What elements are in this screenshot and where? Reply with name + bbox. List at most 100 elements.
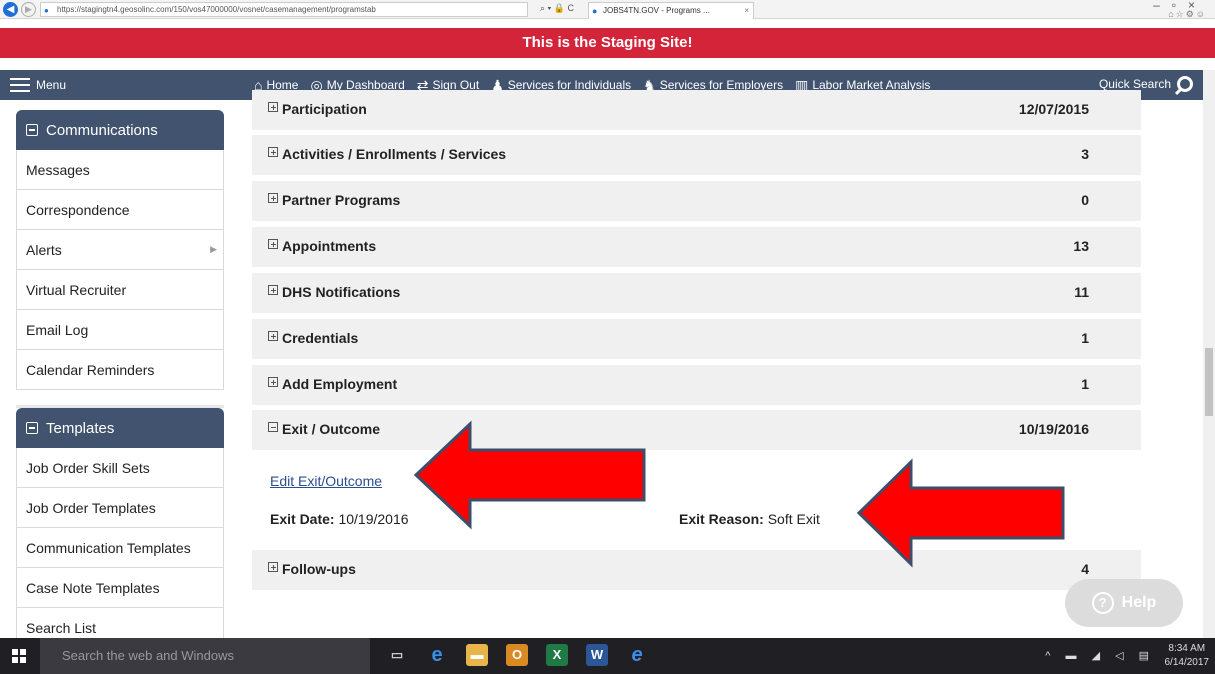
menu-button[interactable]: Menu [10, 76, 66, 94]
red-arrow-left-1 [413, 420, 646, 530]
section-label: Add Employment [282, 376, 398, 392]
sidebar-item-communication-templates[interactable]: Communication Templates [16, 528, 224, 568]
expand-icon[interactable] [268, 147, 278, 157]
windows-start-icon[interactable] [12, 649, 26, 663]
templates-title: Templates [46, 419, 115, 437]
section-exit-outcome[interactable]: Exit / Outcome 10/19/2016 [252, 410, 1141, 450]
clock-time: 8:34 AM [1168, 643, 1206, 654]
expand-icon[interactable] [268, 239, 278, 249]
url-text: https://stagingtn4.geosolinc.com/150/vos… [57, 5, 376, 14]
sidebar: Communications Messages Correspondence A… [16, 110, 224, 648]
expand-icon[interactable] [268, 102, 278, 112]
internet-explorer-icon[interactable]: e [626, 644, 648, 666]
edge-icon[interactable]: e [426, 644, 448, 666]
sidebar-item-alerts-label: Alerts [26, 241, 62, 258]
browser-tab[interactable]: ● JOBS4TN.GOV - Programs ... × [588, 2, 754, 19]
section-add-employment[interactable]: Add Employment 1 [252, 365, 1141, 405]
exit-date-value: 10/19/2016 [338, 511, 409, 527]
section-activities[interactable]: Activities / Enrollments / Services 3 [252, 135, 1141, 175]
page-scrollbar[interactable] [1203, 70, 1215, 638]
address-tools[interactable]: ⌕ ▾ 🔒 C [540, 3, 574, 14]
collapse-icon [26, 422, 38, 434]
exit-reason-value: Soft Exit [767, 511, 820, 527]
taskbar-apps: ▭ e ▬ O X W e [386, 644, 648, 666]
site-icon: ● [44, 6, 49, 15]
expand-icon[interactable] [268, 377, 278, 387]
caret-right-icon: ▶ [210, 244, 217, 254]
sidebar-item-alerts[interactable]: Alerts ▶ [16, 230, 224, 270]
taskbar-search[interactable]: Search the web and Windows [40, 638, 370, 674]
exit-date-label: Exit Date: [270, 511, 335, 527]
section-value: 4 [1081, 561, 1089, 577]
windows-taskbar: Search the web and Windows ▭ e ▬ O X W e… [0, 638, 1215, 674]
browser-bar: ◀ ▶ ● https://stagingtn4.geosolinc.com/1… [0, 0, 1215, 19]
communications-header[interactable]: Communications [16, 110, 224, 150]
sidebar-item-job-order-skill-sets[interactable]: Job Order Skill Sets [16, 448, 224, 488]
section-value: 12/07/2015 [1018, 101, 1089, 117]
expand-icon[interactable] [268, 193, 278, 203]
section-label: Partner Programs [282, 192, 401, 208]
section-label: Follow-ups [282, 561, 356, 577]
quick-search-label: Quick Search [1098, 77, 1171, 91]
section-value: 11 [1074, 284, 1089, 300]
expand-icon[interactable] [268, 285, 278, 295]
sidebar-item-correspondence[interactable]: Correspondence [16, 190, 224, 230]
section-label: Participation [282, 101, 367, 117]
file-explorer-icon[interactable]: ▬ [466, 644, 488, 666]
expand-icon[interactable] [268, 562, 278, 572]
tab-close-icon[interactable]: × [744, 3, 749, 18]
section-value: 10/19/2016 [1018, 421, 1089, 437]
section-label: Activities / Enrollments / Services [282, 146, 507, 162]
sidebar-item-calendar-reminders[interactable]: Calendar Reminders [16, 350, 224, 390]
outlook-icon[interactable]: O [506, 644, 528, 666]
sidebar-item-virtual-recruiter[interactable]: Virtual Recruiter [16, 270, 224, 310]
address-bar[interactable]: ● https://stagingtn4.geosolinc.com/150/v… [40, 2, 528, 17]
system-tray-icons[interactable]: ^ ▬ ◢ ◁ ▤ [1045, 649, 1155, 662]
exit-reason-label: Exit Reason: [679, 511, 764, 527]
forward-arrow-icon[interactable]: ▶ [21, 2, 36, 17]
templates-header[interactable]: Templates [16, 408, 224, 448]
tab-favicon-icon: ● [592, 6, 598, 16]
collapse-icon[interactable] [268, 422, 278, 432]
help-button[interactable]: ? Help [1065, 579, 1183, 627]
section-appointments[interactable]: Appointments 13 [252, 227, 1141, 267]
menu-label: Menu [36, 78, 67, 92]
help-question-icon: ? [1091, 592, 1114, 614]
section-value: 1 [1081, 330, 1089, 346]
taskbar-clock[interactable]: 8:34 AM 6/14/2017 [1165, 642, 1210, 670]
word-icon[interactable]: W [586, 644, 608, 666]
exit-reason: Exit Reason: Soft Exit [679, 511, 820, 527]
clock-date: 6/14/2017 [1164, 657, 1210, 668]
section-label: DHS Notifications [282, 284, 401, 300]
expand-icon[interactable] [268, 331, 278, 341]
section-dhs-notifications[interactable]: DHS Notifications 11 [252, 273, 1141, 313]
back-arrow-icon[interactable]: ◀ [3, 2, 18, 17]
sidebar-item-case-note-templates[interactable]: Case Note Templates [16, 568, 224, 608]
sidebar-item-email-log[interactable]: Email Log [16, 310, 224, 350]
section-participation[interactable]: Participation 12/07/2015 [252, 90, 1141, 130]
section-partner-programs[interactable]: Partner Programs 0 [252, 181, 1141, 221]
section-label: Appointments [282, 238, 377, 254]
sidebar-item-messages[interactable]: Messages [16, 150, 224, 190]
edit-exit-outcome-link[interactable]: Edit Exit/Outcome [270, 473, 382, 489]
search-icon [1177, 76, 1193, 92]
staging-banner: This is the Staging Site! [0, 28, 1215, 58]
section-value: 3 [1081, 146, 1089, 162]
section-value: 1 [1081, 376, 1089, 392]
section-value: 13 [1073, 238, 1089, 254]
sidebar-item-job-order-templates[interactable]: Job Order Templates [16, 488, 224, 528]
sidebar-divider [16, 390, 224, 408]
task-view-icon[interactable]: ▭ [386, 644, 408, 666]
scrollbar-thumb[interactable] [1205, 348, 1213, 416]
help-label: Help [1121, 594, 1157, 611]
communications-title: Communications [46, 121, 158, 139]
red-arrow-left-2 [856, 458, 1065, 568]
hamburger-icon [10, 78, 30, 92]
section-credentials[interactable]: Credentials 1 [252, 319, 1141, 359]
section-label: Credentials [282, 330, 359, 346]
collapse-icon [26, 124, 38, 136]
browser-tool-icons[interactable]: ⌂☆⚙☺ [1168, 9, 1207, 20]
section-label: Exit / Outcome [282, 421, 381, 437]
section-value: 0 [1081, 192, 1089, 208]
excel-icon[interactable]: X [546, 644, 568, 666]
